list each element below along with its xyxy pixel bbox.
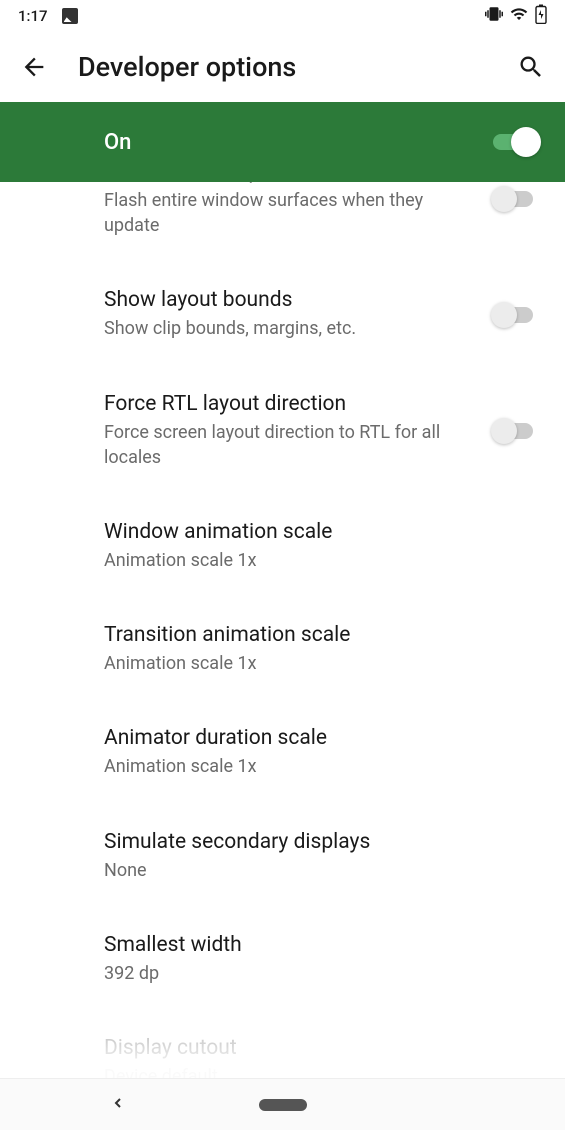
setting-item[interactable]: Show layout bounds Show clip bounds, marg… bbox=[0, 263, 565, 366]
nav-home-pill[interactable] bbox=[259, 1099, 307, 1111]
setting-toggle-switch[interactable] bbox=[491, 416, 541, 446]
search-button[interactable] bbox=[517, 53, 545, 81]
back-button[interactable] bbox=[20, 53, 48, 81]
setting-title: Force RTL layout direction bbox=[104, 392, 471, 416]
setting-text: Smallest width 392 dp bbox=[104, 933, 541, 986]
master-toggle-switch[interactable] bbox=[491, 127, 541, 157]
setting-title: Animator duration scale bbox=[104, 726, 541, 750]
setting-item[interactable]: Transition animation scale Animation scal… bbox=[0, 598, 565, 701]
master-toggle-label: On bbox=[104, 130, 131, 155]
setting-item[interactable]: Simulate secondary displays None bbox=[0, 805, 565, 908]
setting-text: Show surface updates Flash entire window … bbox=[104, 182, 471, 238]
setting-toggle-switch[interactable] bbox=[491, 300, 541, 330]
settings-list[interactable]: Show surface updates Flash entire window … bbox=[0, 182, 565, 1114]
setting-item[interactable]: Window animation scale Animation scale 1x bbox=[0, 495, 565, 598]
setting-subtitle: Animation scale 1x bbox=[104, 651, 541, 676]
setting-title: Show layout bounds bbox=[104, 288, 471, 312]
setting-subtitle: Show clip bounds, margins, etc. bbox=[104, 316, 471, 341]
setting-item[interactable]: Smallest width 392 dp bbox=[0, 908, 565, 1011]
status-time: 1:17 bbox=[18, 7, 48, 25]
app-header: Developer options bbox=[0, 32, 565, 102]
setting-subtitle: 392 dp bbox=[104, 961, 541, 986]
setting-item[interactable]: Force RTL layout direction Force screen l… bbox=[0, 367, 565, 495]
setting-title: Simulate secondary displays bbox=[104, 830, 541, 854]
setting-subtitle: Animation scale 1x bbox=[104, 548, 541, 573]
setting-text: Force RTL layout direction Force screen l… bbox=[104, 392, 471, 470]
nav-back-icon[interactable] bbox=[110, 1092, 126, 1117]
picture-icon bbox=[62, 8, 78, 24]
battery-icon bbox=[535, 4, 547, 28]
setting-subtitle: None bbox=[104, 858, 541, 883]
vibrate-icon bbox=[485, 5, 503, 27]
setting-title: Display cutout bbox=[104, 1036, 541, 1060]
setting-text: Transition animation scale Animation scal… bbox=[104, 623, 541, 676]
setting-subtitle: Animation scale 1x bbox=[104, 754, 541, 779]
setting-text: Animator duration scale Animation scale 1… bbox=[104, 726, 541, 779]
setting-text: Show layout bounds Show clip bounds, marg… bbox=[104, 288, 471, 341]
setting-title: Show surface updates bbox=[104, 182, 471, 184]
setting-title: Smallest width bbox=[104, 933, 541, 957]
status-bar: 1:17 bbox=[0, 0, 565, 32]
setting-subtitle: Force screen layout direction to RTL for… bbox=[104, 420, 471, 470]
navigation-bar bbox=[0, 1078, 565, 1130]
page-title: Developer options bbox=[78, 51, 487, 83]
setting-item[interactable]: Show surface updates Flash entire window … bbox=[0, 182, 565, 263]
wifi-icon bbox=[509, 5, 529, 27]
setting-toggle-switch[interactable] bbox=[491, 184, 541, 214]
setting-title: Transition animation scale bbox=[104, 623, 541, 647]
setting-item[interactable]: Animator duration scale Animation scale 1… bbox=[0, 701, 565, 804]
setting-text: Window animation scale Animation scale 1x bbox=[104, 520, 541, 573]
setting-text: Simulate secondary displays None bbox=[104, 830, 541, 883]
setting-subtitle: Flash entire window surfaces when they u… bbox=[104, 188, 471, 238]
master-toggle-row[interactable]: On bbox=[0, 102, 565, 182]
setting-title: Window animation scale bbox=[104, 520, 541, 544]
